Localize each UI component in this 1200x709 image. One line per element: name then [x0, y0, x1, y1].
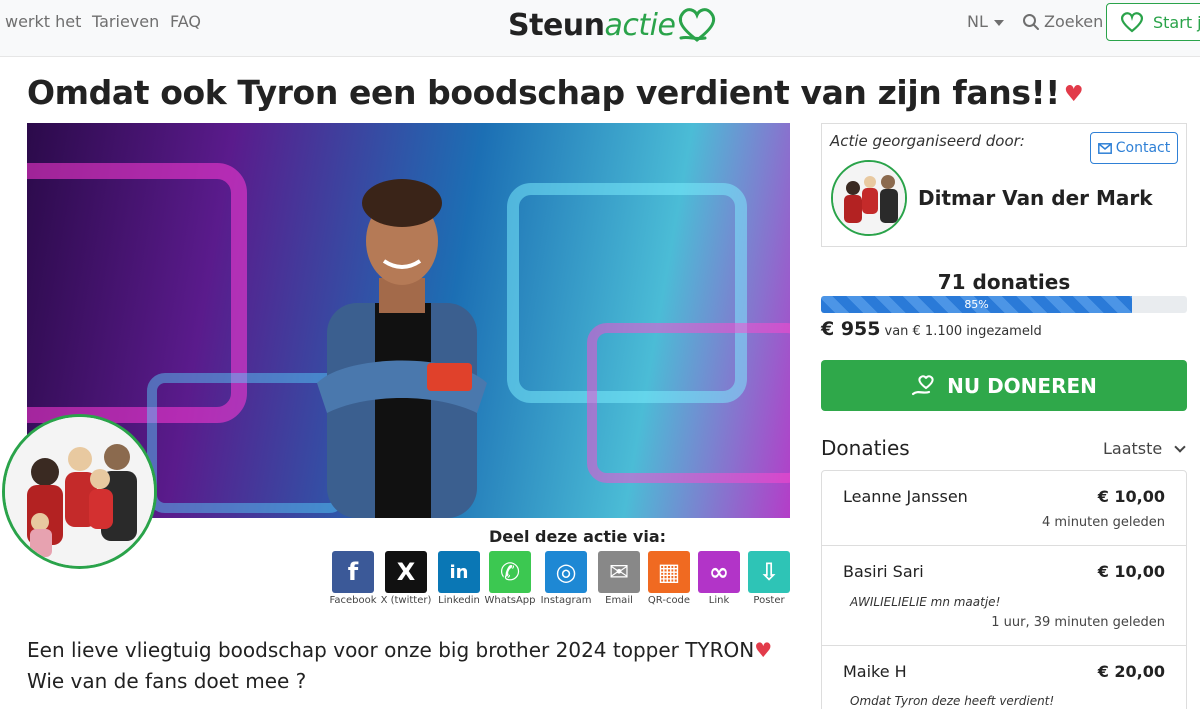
contact-label: Contact [1115, 140, 1171, 156]
whatsapp-icon: ✆ [489, 551, 531, 593]
donation-amount: € 10,00 [1097, 487, 1165, 506]
donation-time: 4 minuten geleden [1042, 515, 1165, 530]
search-icon [1023, 13, 1039, 30]
share-title: Deel deze actie via: [489, 527, 667, 546]
person-figure [317, 179, 487, 518]
start-campaign-button[interactable]: Start j [1106, 3, 1200, 41]
donation-time: 1 uur, 39 minuten geleden [991, 615, 1165, 630]
heart-hands-icon [679, 8, 716, 42]
donations-header: Donaties [821, 436, 910, 460]
family-photo [833, 162, 905, 234]
description-line-2: Wie van de fans doet mee ? [27, 669, 307, 693]
progress-bar: 85% [821, 296, 1187, 313]
share-x-button[interactable]: XX (twitter) [381, 551, 431, 606]
neon-shape [587, 323, 790, 483]
logo-accent-text: actie [604, 7, 676, 43]
campaign-title-text: Omdat ook Tyron een boodschap verdient v… [27, 73, 1060, 112]
raised-amount-line: € 955 van € 1.100 ingezameld [821, 318, 1042, 340]
family-photo [5, 417, 154, 566]
heart-outline-icon [1121, 12, 1143, 33]
email-icon: ✉ [598, 551, 640, 593]
instagram-icon: ◎ [545, 551, 587, 593]
nav-link-pricing[interactable]: Tarieven [92, 12, 159, 31]
x-icon: X [385, 551, 427, 593]
organizer-card: Actie georganiseerd door: Contact Ditmar… [821, 123, 1187, 247]
organizer-label: Actie georganiseerd door: [830, 132, 1025, 150]
facebook-icon: f [332, 551, 374, 593]
organizer-avatar-large [2, 414, 157, 569]
language-selector[interactable]: NL [967, 12, 1004, 31]
donation-message: Omdat Tyron deze heeft verdient! [850, 694, 1055, 708]
linkedin-icon: in [438, 551, 480, 593]
description-line-1: Een lieve vliegtuig boodschap voor onze … [27, 638, 755, 662]
top-navbar: werkt het Tarieven FAQ Steunactie NL Zoe… [0, 0, 1200, 57]
nav-link-faq[interactable]: FAQ [170, 12, 201, 31]
share-link-button[interactable]: ∞ Link [697, 551, 741, 606]
raised-amount: € 955 [821, 318, 881, 340]
sort-dropdown[interactable]: Laatste [1103, 439, 1186, 458]
donation-item: Leanne Janssen € 10,00 4 minuten geleden [822, 471, 1186, 546]
logo-main-text: Steun [508, 7, 605, 43]
envelope-icon [1097, 142, 1112, 154]
sort-label: Laatste [1103, 439, 1163, 458]
contact-button[interactable]: Contact [1090, 132, 1178, 164]
search-link[interactable]: Zoeken [1022, 12, 1103, 31]
donation-message: AWILIELIELIE mn maatje! [850, 595, 1001, 609]
raised-detail: van € 1.100 ingezameld [884, 324, 1042, 339]
page-title: Omdat ook Tyron een boodschap verdient v… [27, 73, 1084, 112]
share-whatsapp-button[interactable]: ✆ WhatsApp [484, 551, 536, 606]
nav-link-how-it-works[interactable]: werkt het [5, 12, 81, 31]
donations-count: 71 donaties [937, 270, 1071, 294]
donation-amount: € 10,00 [1097, 562, 1165, 581]
caret-down-icon [993, 19, 1004, 26]
site-logo[interactable]: Steunactie [508, 3, 719, 47]
donation-item: Basiri Sari € 10,00 AWILIELIELIE mn maat… [822, 546, 1186, 646]
progress-fill: 85% [821, 296, 1133, 313]
donor-name: Basiri Sari [843, 562, 924, 581]
donate-label: NU DONEREN [947, 373, 1097, 398]
share-qr-code-button[interactable]: ▦ QR-code [647, 551, 691, 606]
search-label: Zoeken [1044, 12, 1104, 31]
heart-hand-icon [912, 374, 934, 395]
share-label: Poster [753, 595, 785, 606]
poster-icon: ⇩ [748, 551, 790, 593]
language-label: NL [967, 12, 988, 31]
donation-item: Maike H € 20,00 Omdat Tyron deze heeft v… [822, 646, 1186, 709]
share-instagram-button[interactable]: ◎ Instagram [541, 551, 591, 606]
donor-name: Maike H [843, 662, 907, 681]
share-facebook-button[interactable]: f Facebook [330, 551, 377, 606]
chevron-down-icon [1174, 440, 1186, 453]
donor-name: Leanne Janssen [843, 487, 968, 506]
donation-amount: € 20,00 [1097, 662, 1165, 681]
start-label: Start j [1153, 12, 1200, 32]
organizer-name[interactable]: Ditmar Van der Mark [918, 186, 1153, 210]
organizer-avatar [831, 160, 907, 236]
heart-icon: ♥ [1063, 82, 1084, 107]
share-poster-button[interactable]: ⇩ Poster [747, 551, 791, 606]
share-label: WhatsApp [484, 595, 536, 606]
share-email-button[interactable]: ✉ Email [597, 551, 641, 606]
qr-code-icon: ▦ [648, 551, 690, 593]
donate-button[interactable]: NU DONEREN [821, 360, 1187, 411]
donations-list: Leanne Janssen € 10,00 4 minuten geleden… [821, 470, 1187, 709]
heart-icon: ♥ [754, 638, 773, 662]
share-linkedin-button[interactable]: in Linkedin [437, 551, 481, 606]
link-icon: ∞ [698, 551, 740, 593]
campaign-description: Een lieve vliegtuig boodschap voor onze … [27, 635, 772, 697]
